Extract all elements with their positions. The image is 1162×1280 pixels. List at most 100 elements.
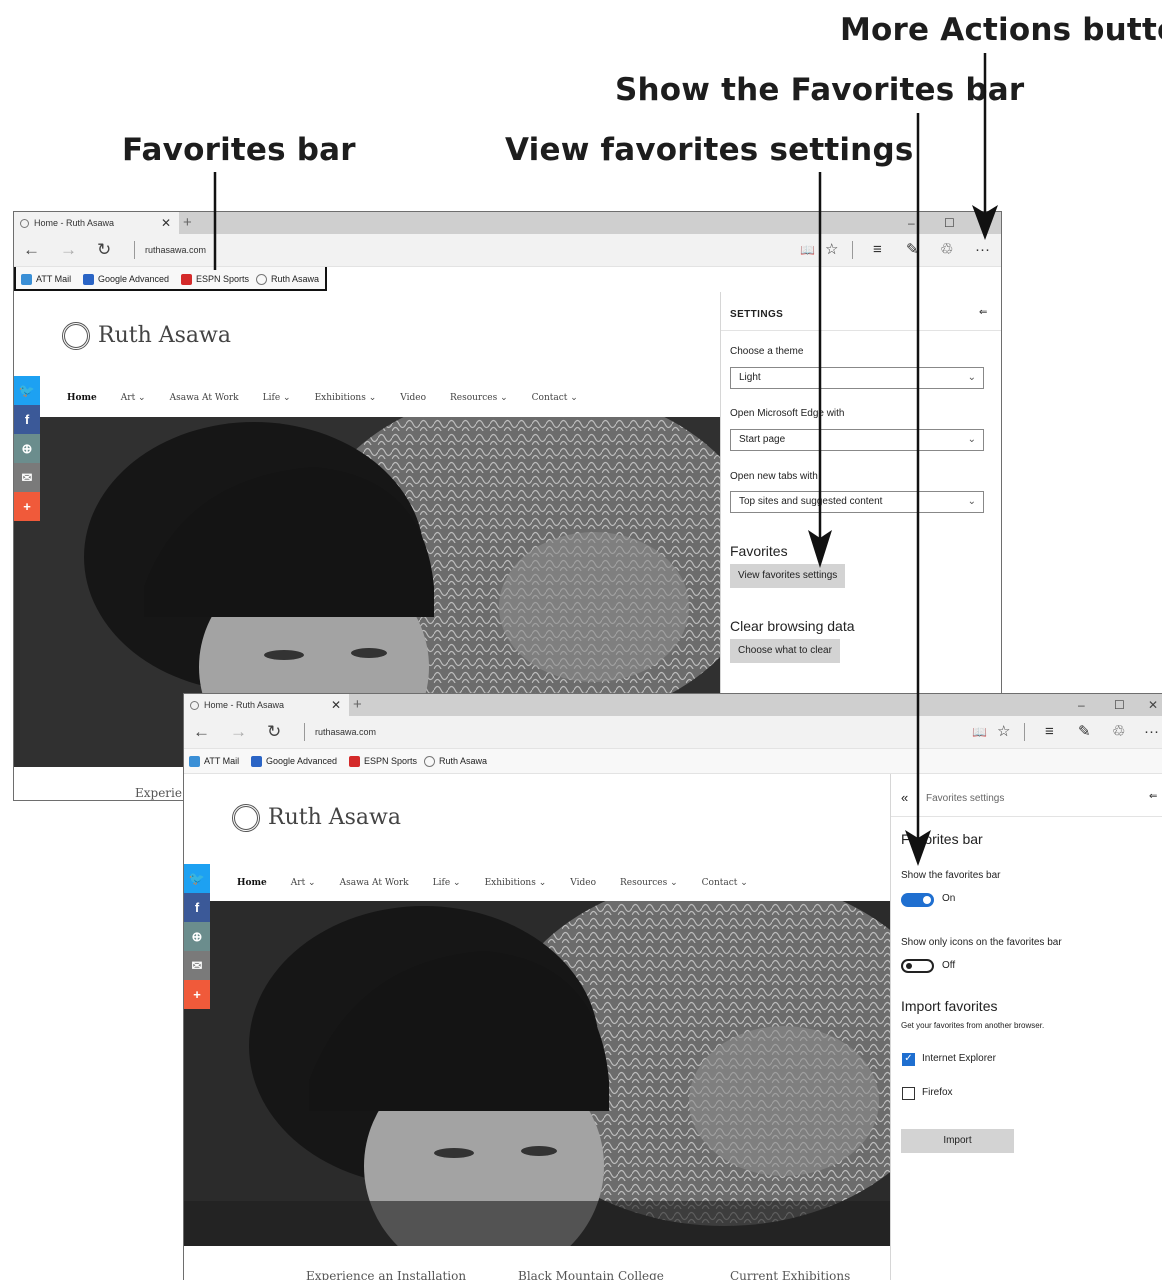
bottom-link-black-mountain[interactable]: Black Mountain College — [518, 1269, 664, 1280]
twitter-share-icon[interactable]: 🐦 — [14, 376, 40, 405]
nav-art[interactable]: Art ⌄ — [121, 393, 146, 403]
reading-view-icon[interactable]: 📖 — [800, 241, 815, 259]
hub-icon[interactable]: ≡ — [1045, 723, 1054, 741]
nav-resources[interactable]: Resources ⌄ — [450, 393, 508, 403]
new-tabs-select[interactable]: Top sites and suggested content ⌄ — [730, 491, 984, 513]
back-chevron-icon[interactable]: « — [901, 790, 908, 805]
open-with-value: Start page — [739, 434, 786, 445]
favorite-espn-sports[interactable]: ESPN Sports — [349, 749, 417, 773]
maximize-button[interactable]: ☐ — [1114, 694, 1125, 716]
favorite-ruth-asawa[interactable]: Ruth Asawa — [424, 749, 487, 773]
print-share-icon[interactable]: ⊕ — [184, 922, 210, 951]
settings-divider — [721, 330, 1001, 331]
pin-icon[interactable]: ⇐ — [1149, 791, 1157, 802]
bottom-link-installation[interactable]: Experience an Installation — [306, 1269, 466, 1280]
refresh-icon[interactable]: ↻ — [267, 722, 281, 742]
nav-home[interactable]: Home — [237, 878, 267, 888]
address-input[interactable]: ruthasawa.com — [315, 716, 376, 748]
minimize-button[interactable]: – — [908, 212, 915, 234]
nav-contact[interactable]: Contact ⌄ — [532, 393, 578, 403]
site-favicon-icon — [20, 219, 29, 229]
bottom-link-partial[interactable]: Experie — [135, 786, 182, 800]
bottom-link-current-exhibitions[interactable]: Current Exhibitions — [730, 1269, 850, 1280]
nav-exhibitions[interactable]: Exhibitions ⌄ — [485, 878, 547, 888]
reading-view-icon[interactable]: 📖 — [972, 723, 987, 741]
firefox-label: Firefox — [922, 1087, 953, 1098]
more-actions-icon[interactable]: ··· — [1144, 723, 1159, 741]
browser-tab[interactable]: Home - Ruth Asawa ✕ — [14, 212, 179, 234]
show-favorites-bar-label: Show the favorites bar — [901, 870, 1001, 881]
logo-mark-icon — [62, 322, 90, 350]
address-bar-row: ← → ↻ ruthasawa.com 📖 ☆ ≡ ✎ ♲ ··· — [14, 234, 1001, 267]
tab-close-icon[interactable]: ✕ — [331, 694, 341, 716]
favorite-label: ATT Mail — [36, 274, 72, 284]
choose-what-to-clear-button[interactable]: Choose what to clear — [730, 639, 840, 663]
web-note-icon[interactable]: ✎ — [1078, 723, 1091, 741]
nav-asawa-at-work[interactable]: Asawa At Work — [170, 393, 239, 403]
theme-select[interactable]: Light ⌄ — [730, 367, 984, 389]
favorite-ruth-asawa[interactable]: Ruth Asawa — [256, 267, 319, 291]
back-arrow-icon[interactable]: ← — [23, 240, 40, 260]
web-note-icon[interactable]: ✎ — [906, 241, 919, 259]
import-button[interactable]: Import — [901, 1129, 1014, 1153]
view-favorites-settings-button[interactable]: View favorites settings — [730, 564, 846, 588]
facebook-share-icon[interactable]: f — [184, 893, 210, 922]
more-share-icon[interactable]: + — [184, 980, 210, 1009]
nav-video[interactable]: Video — [570, 878, 596, 888]
nav-contact[interactable]: Contact ⌄ — [702, 878, 748, 888]
favorite-espn-sports[interactable]: ESPN Sports — [181, 267, 249, 291]
address-separator — [304, 723, 305, 741]
nav-exhibitions[interactable]: Exhibitions ⌄ — [315, 393, 377, 403]
facebook-share-icon[interactable]: f — [14, 405, 40, 434]
show-favorites-bar-toggle[interactable] — [901, 893, 934, 907]
back-arrow-icon[interactable]: ← — [193, 722, 210, 742]
tab-strip: Home - Ruth Asawa ✕ + – ☐ ✕ — [184, 694, 1162, 716]
favorite-star-icon[interactable]: ☆ — [997, 723, 1010, 741]
favorites-heading: Favorites — [730, 543, 788, 559]
icons-only-toggle[interactable] — [901, 959, 934, 973]
twitter-share-icon[interactable]: 🐦 — [184, 864, 210, 893]
refresh-icon[interactable]: ↻ — [97, 240, 111, 260]
maximize-button[interactable]: ☐ — [944, 212, 955, 234]
favorite-google-advanced[interactable]: Google Advanced — [83, 267, 169, 291]
clear-browsing-heading: Clear browsing data — [730, 618, 855, 634]
favorite-label: Ruth Asawa — [271, 274, 320, 284]
firefox-checkbox[interactable] — [902, 1087, 915, 1100]
site-logo[interactable]: Ruth Asawa — [232, 804, 401, 832]
more-actions-icon[interactable]: ··· — [975, 241, 990, 259]
minimize-button[interactable]: – — [1078, 694, 1085, 716]
new-tab-button[interactable]: + — [183, 212, 192, 234]
nav-asawa-at-work[interactable]: Asawa At Work — [340, 878, 409, 888]
address-input[interactable]: ruthasawa.com — [145, 234, 206, 266]
site-logo[interactable]: Ruth Asawa — [62, 322, 231, 350]
social-share-bar: 🐦 f ⊕ ✉ + — [14, 376, 40, 521]
pin-icon[interactable]: ⇐ — [979, 307, 987, 318]
new-tab-button[interactable]: + — [353, 694, 362, 716]
close-button[interactable]: ✕ — [1148, 694, 1158, 716]
nav-video[interactable]: Video — [400, 393, 426, 403]
favorite-att-mail[interactable]: ATT Mail — [21, 267, 71, 291]
favorite-label: ESPN Sports — [196, 274, 250, 284]
hub-icon[interactable]: ≡ — [873, 241, 882, 259]
share-icon[interactable]: ♲ — [1112, 723, 1125, 741]
nav-art[interactable]: Art ⌄ — [291, 878, 316, 888]
favorite-att-mail[interactable]: ATT Mail — [189, 749, 239, 773]
browser-tab[interactable]: Home - Ruth Asawa ✕ — [184, 694, 349, 716]
tab-close-icon[interactable]: ✕ — [161, 212, 171, 234]
nav-home[interactable]: Home — [67, 393, 97, 403]
favorite-google-advanced[interactable]: Google Advanced — [251, 749, 337, 773]
forward-arrow-icon[interactable]: → — [60, 240, 77, 260]
open-with-select[interactable]: Start page ⌄ — [730, 429, 984, 451]
nav-life[interactable]: Life ⌄ — [433, 878, 461, 888]
forward-arrow-icon[interactable]: → — [230, 722, 247, 742]
email-share-icon[interactable]: ✉ — [184, 951, 210, 980]
print-share-icon[interactable]: ⊕ — [14, 434, 40, 463]
nav-life[interactable]: Life ⌄ — [263, 393, 291, 403]
internet-explorer-checkbox[interactable]: ✓ — [902, 1053, 915, 1066]
more-share-icon[interactable]: + — [14, 492, 40, 521]
email-share-icon[interactable]: ✉ — [14, 463, 40, 492]
nav-resources[interactable]: Resources ⌄ — [620, 878, 678, 888]
share-icon[interactable]: ♲ — [940, 241, 953, 259]
ruth-asawa-icon — [424, 756, 435, 768]
favorite-star-icon[interactable]: ☆ — [825, 241, 838, 259]
